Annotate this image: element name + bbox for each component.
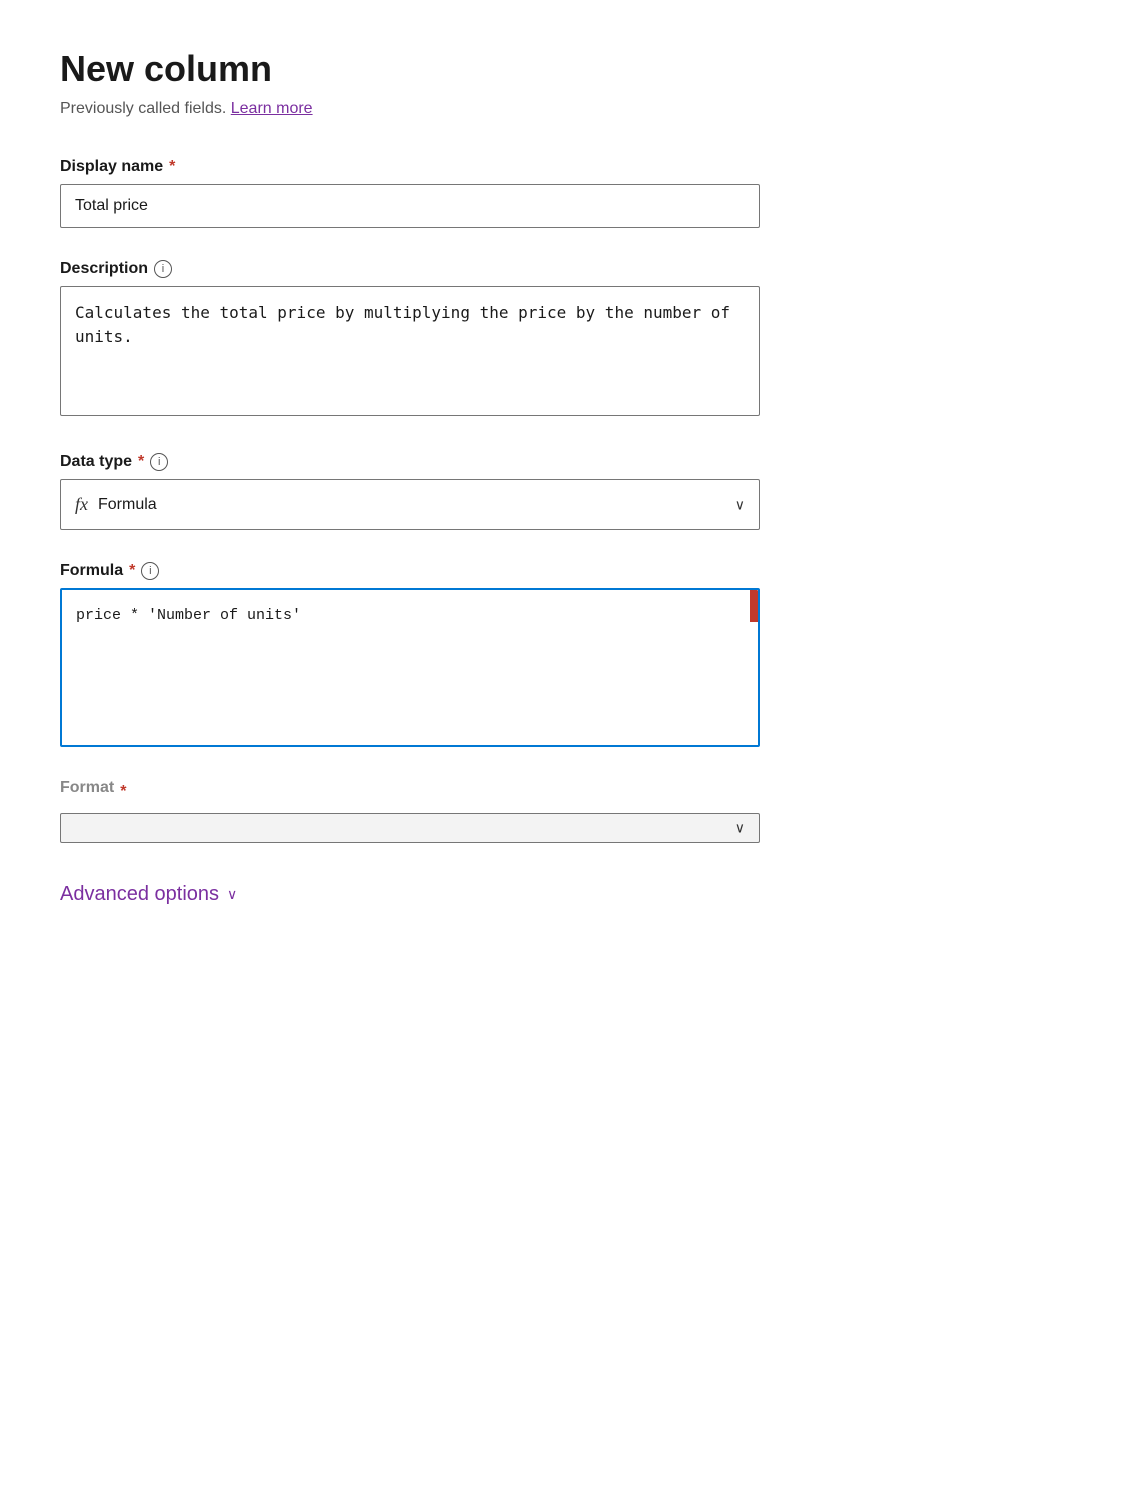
display-name-label: Display name * [60,158,1080,176]
format-label: Format * [60,779,1080,805]
data-type-section: Data type * i fx Formula ∨ [60,453,1080,530]
learn-more-link[interactable]: Learn more [231,100,313,117]
formula-required-star: * [129,562,135,580]
fx-icon: fx [75,494,88,515]
data-type-label: Data type * i [60,453,1080,471]
formula-error-indicator [750,590,758,622]
data-type-dropdown[interactable]: fx Formula ∨ [60,479,760,530]
display-name-required-star: * [169,158,175,176]
subtitle-text: Previously called fields. [60,100,226,117]
display-name-input[interactable] [60,184,760,228]
format-dropdown[interactable]: ∨ [60,813,760,843]
description-info-icon: i [154,260,172,278]
display-name-section: Display name * [60,158,1080,228]
format-required-star: * [120,783,126,801]
format-chevron-icon: ∨ [735,820,745,837]
formula-input-wrapper: price * 'Number of units' [60,588,760,747]
data-type-selected-value: Formula [98,496,157,514]
advanced-options-chevron-icon: ∨ [227,886,237,903]
page-title: New column [60,48,1080,90]
data-type-required-star: * [138,453,144,471]
description-section: Description i Calculates the total price… [60,260,1080,421]
formula-section: Formula * i price * 'Number of units' [60,562,1080,747]
formula-input[interactable]: price * 'Number of units' [62,590,758,740]
description-input[interactable]: Calculates the total price by multiplyin… [60,286,760,416]
subtitle: Previously called fields. Learn more [60,100,1080,118]
description-label: Description i [60,260,1080,278]
formula-info-icon: i [141,562,159,580]
advanced-options-label: Advanced options [60,883,219,906]
data-type-chevron-icon: ∨ [735,496,745,513]
format-section: Format * ∨ [60,779,1080,843]
formula-label: Formula * i [60,562,1080,580]
data-type-info-icon: i [150,453,168,471]
advanced-options-row[interactable]: Advanced options ∨ [60,883,1080,906]
